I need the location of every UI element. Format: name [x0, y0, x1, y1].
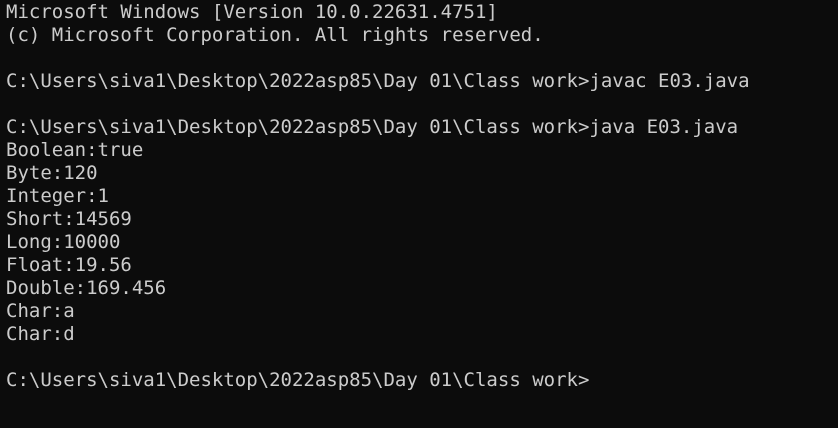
output-line-char-a: Char:a	[6, 300, 75, 322]
prompt-text: C:\Users\siva1\Desktop\2022asp85\Day 01\…	[6, 369, 590, 391]
banner-copyright-line: (c) Microsoft Corporation. All rights re…	[6, 24, 544, 46]
command-line-java: C:\Users\siva1\Desktop\2022asp85\Day 01\…	[6, 116, 739, 138]
output-line-integer: Integer:1	[6, 185, 109, 207]
output-line-long: Long:10000	[6, 231, 121, 253]
banner-version-line: Microsoft Windows [Version 10.0.22631.47…	[6, 1, 498, 23]
output-line-byte: Byte:120	[6, 162, 98, 184]
output-line-double: Double:169.456	[6, 277, 167, 299]
command-line-javac: C:\Users\siva1\Desktop\2022asp85\Day 01\…	[6, 70, 750, 92]
output-line-float: Float:19.56	[6, 254, 132, 276]
output-line-char-d: Char:d	[6, 323, 75, 345]
output-line-boolean: Boolean:true	[6, 139, 144, 161]
current-prompt-line[interactable]: C:\Users\siva1\Desktop\2022asp85\Day 01\…	[6, 369, 838, 392]
output-line-short: Short:14569	[6, 208, 132, 230]
terminal-window[interactable]: Microsoft Windows [Version 10.0.22631.47…	[0, 1, 838, 428]
